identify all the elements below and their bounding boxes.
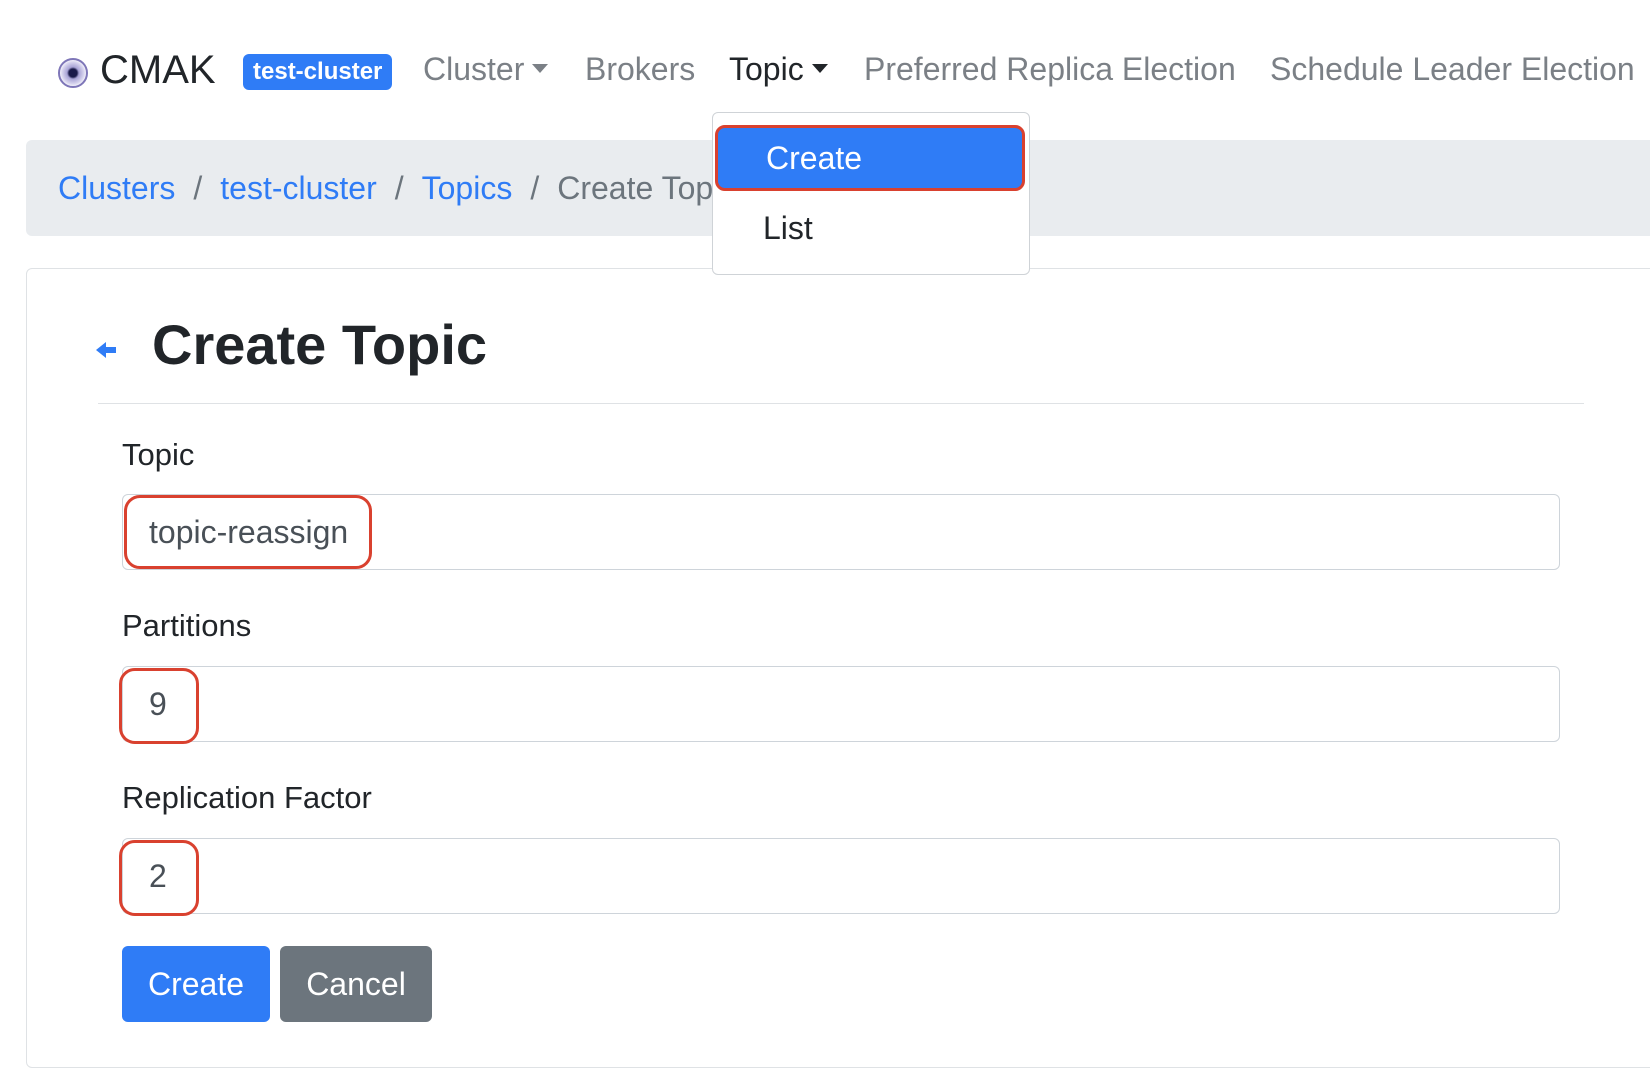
breadcrumb-separator: / xyxy=(530,169,540,206)
replication-factor-input[interactable] xyxy=(122,838,1560,914)
topic-dropdown-menu: Create List xyxy=(712,112,1030,275)
create-button[interactable]: Create xyxy=(122,946,270,1022)
chevron-down-icon xyxy=(532,64,549,74)
dropdown-item-list[interactable]: List xyxy=(713,195,1029,261)
cmak-logo-icon[interactable] xyxy=(58,58,88,88)
nav-topic[interactable]: Topic xyxy=(729,46,828,92)
nav-topic-label: Topic xyxy=(729,51,804,87)
breadcrumb-clusters[interactable]: Clusters xyxy=(58,170,175,207)
nav-cluster[interactable]: Cluster xyxy=(423,46,549,92)
arrow-left-icon[interactable] xyxy=(94,338,118,362)
dropdown-item-create[interactable]: Create xyxy=(715,125,1025,191)
page-title: Create Topic xyxy=(152,313,488,376)
brand-name[interactable]: CMAK xyxy=(100,46,216,94)
partitions-label: Partitions xyxy=(122,608,252,643)
breadcrumb-separator: / xyxy=(394,169,404,206)
breadcrumb-items: Clusters / test-cluster / Topics / Creat… xyxy=(58,140,736,236)
topic-name-input[interactable] xyxy=(122,494,1560,570)
nav-brokers[interactable]: Brokers xyxy=(585,46,695,92)
nav-schedule-leader-election[interactable]: Schedule Leader Election xyxy=(1270,46,1635,92)
cluster-badge[interactable]: test-cluster xyxy=(243,54,393,90)
replication-factor-label: Replication Factor xyxy=(122,780,372,815)
nav-cluster-label: Cluster xyxy=(423,51,525,87)
breadcrumb-current: Create Topic xyxy=(557,169,737,206)
partitions-input[interactable] xyxy=(122,666,1560,742)
nav-preferred-replica-election[interactable]: Preferred Replica Election xyxy=(864,46,1236,92)
breadcrumb-test-cluster[interactable]: test-cluster xyxy=(220,170,376,207)
cancel-button[interactable]: Cancel xyxy=(280,946,432,1022)
breadcrumb-topics[interactable]: Topics xyxy=(422,170,513,207)
chevron-down-icon xyxy=(811,64,828,74)
breadcrumb-separator: / xyxy=(193,169,203,206)
topic-label: Topic xyxy=(122,437,195,472)
divider xyxy=(98,403,1584,404)
top-navbar: CMAK test-cluster Cluster Brokers Topic … xyxy=(0,0,1650,130)
